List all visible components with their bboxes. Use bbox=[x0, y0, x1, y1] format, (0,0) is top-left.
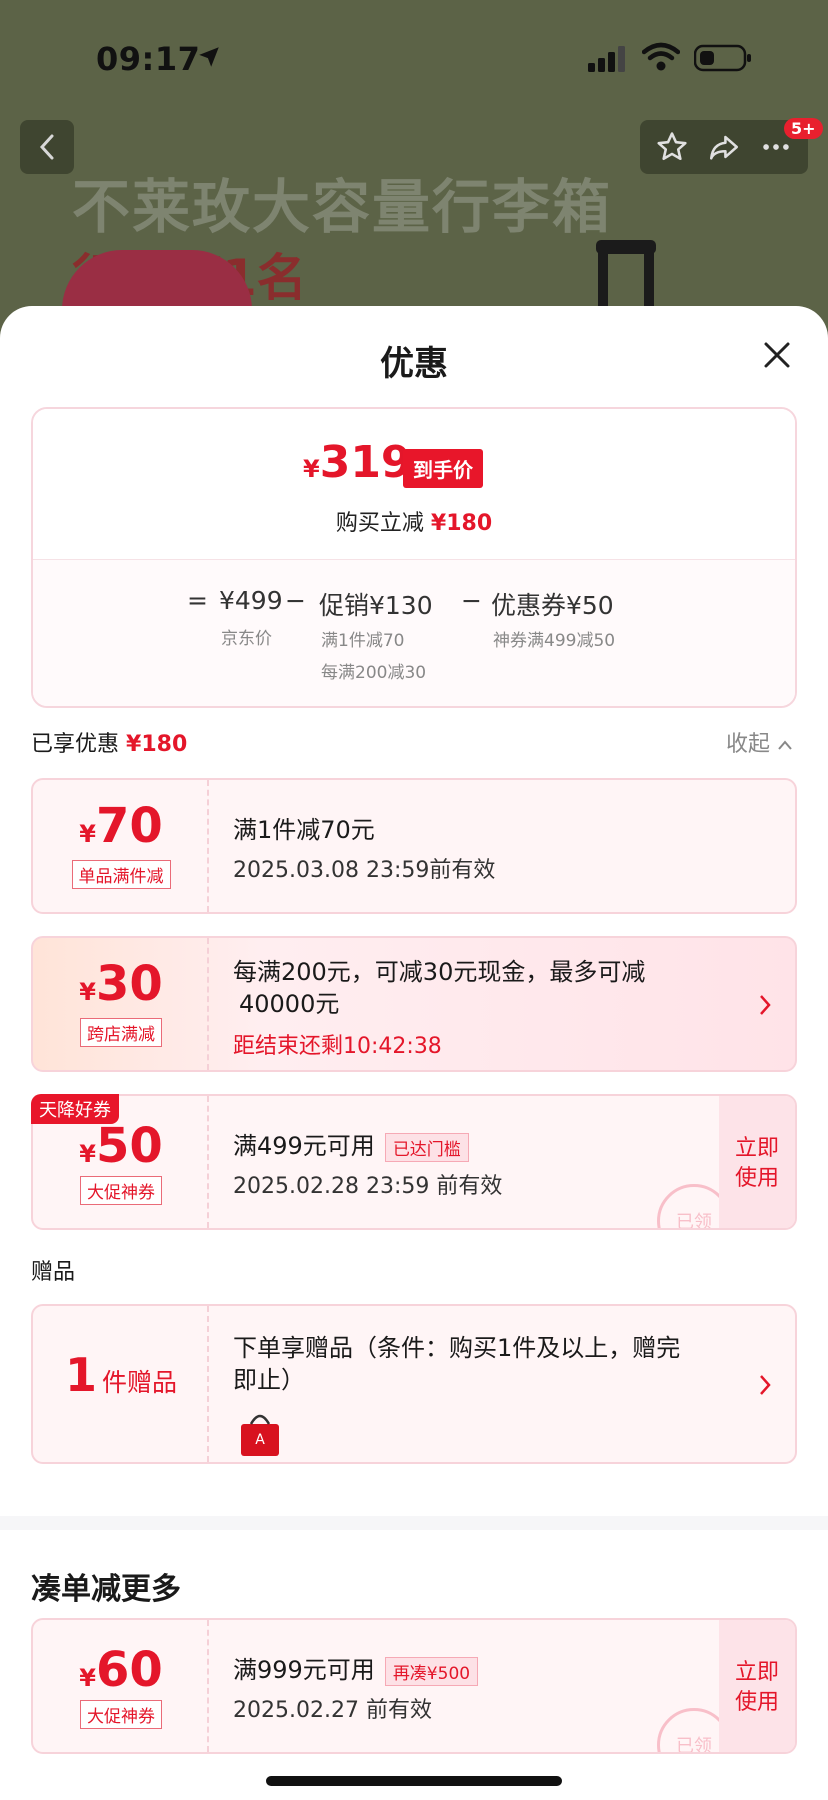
discount-card-cross-store[interactable]: ¥30 跨店满减 每满200元，可减30元现金，最多可减 40000元 距结束还… bbox=[31, 936, 797, 1072]
minus-sign: − bbox=[285, 586, 306, 615]
coupon-rule: 满499元可用 已达门槛 bbox=[233, 1126, 469, 1162]
coupon-validity: 2025.02.27 前有效 bbox=[233, 1698, 432, 1723]
more-discount-title: 凑单减更多 bbox=[31, 1572, 181, 1607]
coupon-type-tag: 大促神券 bbox=[80, 1176, 162, 1205]
svg-text:A: A bbox=[255, 1432, 265, 1448]
coupon-card: ¥50 大促神券 满499元可用 已达门槛 2025.02.28 23:59 前有… bbox=[31, 1094, 797, 1230]
chevron-right-icon bbox=[760, 995, 771, 1015]
threshold-reached-tag: 已达门槛 bbox=[384, 1132, 469, 1162]
gift-condition: 下单享赠品（条件：购买1件及以上，赠完 bbox=[233, 1334, 681, 1362]
use-coupon-button[interactable]: 立即 使用 bbox=[719, 1096, 795, 1228]
chevron-right-icon bbox=[760, 1375, 771, 1395]
coupon-detail: 神券满499减50 bbox=[493, 631, 616, 651]
price-summary: ¥319 到手价 购买立减 ¥180 = ¥499 京东价 − 促销¥130 满… bbox=[31, 407, 797, 708]
status-time: 09:17 bbox=[96, 40, 201, 78]
coupon-validity: 2025.02.28 23:59 前有效 bbox=[233, 1174, 503, 1199]
discount-amount: ¥70 bbox=[79, 798, 163, 854]
chevron-up-icon bbox=[778, 740, 792, 750]
status-bar: 09:17 bbox=[0, 40, 828, 80]
enjoyed-discount-label: 已享优惠 ¥180 bbox=[31, 732, 188, 757]
discount-rule: 满1件减70元 bbox=[233, 816, 375, 844]
final-price-tag: 到手价 bbox=[403, 449, 483, 488]
discount-card-item-discount: ¥70 单品满件减 满1件减70元 2025.03.08 23:59前有效 bbox=[31, 778, 797, 914]
collapse-button[interactable]: 收起 bbox=[726, 726, 793, 758]
share-icon[interactable] bbox=[707, 130, 741, 164]
final-price-area: ¥319 到手价 购买立减 ¥180 bbox=[33, 409, 795, 559]
discount-rule-cont: 40000元 bbox=[239, 990, 340, 1018]
battery-icon bbox=[694, 44, 751, 72]
coupon-type-tag: 大促神券 bbox=[80, 1700, 162, 1729]
instant-discount: 购买立减 ¥180 bbox=[335, 511, 493, 536]
equals-sign: = bbox=[187, 586, 208, 615]
jd-price: ¥499 bbox=[219, 586, 283, 615]
discount-type-tag: 单品满件减 bbox=[71, 860, 171, 889]
close-icon[interactable] bbox=[760, 338, 794, 372]
gift-count: 1 件赠品 bbox=[64, 1348, 178, 1402]
promo-detail-1: 满1件减70 bbox=[321, 631, 405, 651]
coupon-amount: ¥50 bbox=[79, 1118, 163, 1174]
message-badge: 5+ bbox=[784, 118, 823, 139]
promo-amount: 促销¥130 bbox=[319, 591, 433, 620]
coupon-amount: ¥60 bbox=[79, 1642, 163, 1698]
nav-actions bbox=[640, 120, 808, 174]
section-divider bbox=[0, 1516, 828, 1530]
jd-price-label: 京东价 bbox=[221, 629, 272, 649]
gift-section-title: 赠品 bbox=[31, 1260, 76, 1285]
location-arrow-icon bbox=[199, 47, 219, 67]
sheet-title: 优惠 bbox=[380, 344, 448, 384]
gift-card[interactable]: 1 件赠品 下单享赠品（条件：购买1件及以上，赠完 即止） A bbox=[31, 1304, 797, 1464]
home-indicator bbox=[266, 1776, 562, 1786]
gift-bag-image: A bbox=[241, 1414, 279, 1456]
discount-validity: 2025.03.08 23:59前有效 bbox=[233, 858, 496, 883]
discount-rule: 每满200元，可减30元现金，最多可减 bbox=[233, 958, 646, 986]
chevron-left-icon bbox=[39, 134, 54, 160]
product-page-background: 09:17 5+ 不莱玫大容量行李箱 行业第1名 bbox=[0, 0, 828, 340]
gift-condition-cont: 即止） bbox=[233, 1366, 305, 1394]
cellular-signal-icon bbox=[588, 46, 625, 72]
product-banner-title: 不莱玫大容量行李箱 bbox=[72, 173, 613, 241]
countdown-timer: 距结束还剩10:42:38 bbox=[233, 1034, 442, 1059]
discount-amount: ¥30 bbox=[79, 956, 163, 1012]
coupon-amount: 优惠券¥50 bbox=[491, 591, 614, 620]
promo-detail-2: 每满200减30 bbox=[321, 663, 427, 683]
back-button[interactable] bbox=[20, 120, 74, 174]
coupon-rule: 满999元可用 再凑¥500 bbox=[233, 1650, 479, 1686]
coupon-badge: 天降好券 bbox=[31, 1094, 119, 1124]
star-icon[interactable] bbox=[655, 130, 689, 164]
wifi-icon bbox=[642, 42, 680, 71]
minus-sign: − bbox=[461, 586, 482, 615]
discount-sheet: 优惠 ¥319 到手价 购买立减 ¥180 = ¥499 京东价 − 促销¥13… bbox=[0, 306, 828, 1800]
add-more-tag: 再凑¥500 bbox=[384, 1656, 479, 1686]
final-price: ¥319 bbox=[303, 437, 412, 488]
discount-type-tag: 跨店满减 bbox=[80, 1018, 162, 1047]
use-coupon-button[interactable]: 立即 使用 bbox=[719, 1620, 795, 1752]
price-breakdown: = ¥499 京东价 − 促销¥130 满1件减70 每满200减30 − 优惠… bbox=[33, 559, 795, 706]
coupon-card-more: ¥60 大促神券 满999元可用 再凑¥500 2025.02.27 前有效 已领… bbox=[31, 1618, 797, 1754]
